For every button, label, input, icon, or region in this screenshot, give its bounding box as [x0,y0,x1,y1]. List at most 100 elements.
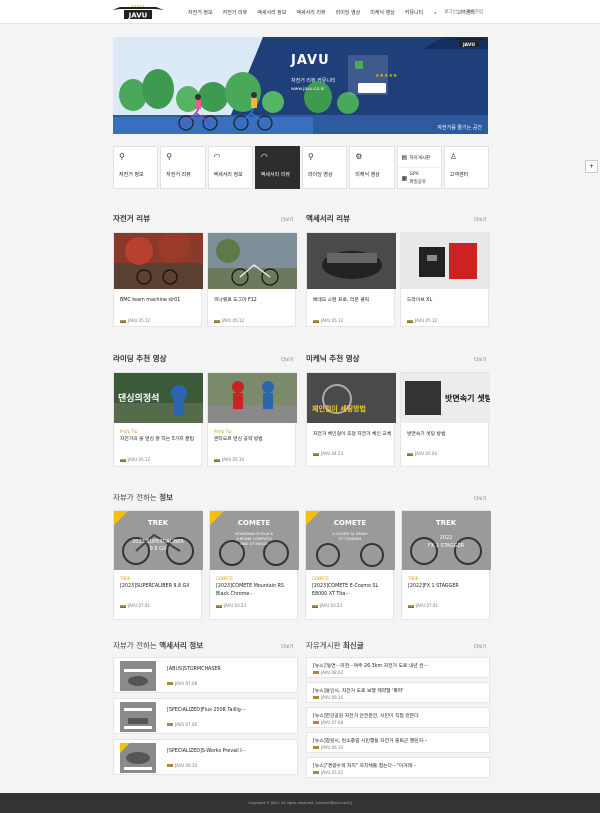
nav-acc-info[interactable]: 액세서리 정보 [257,9,286,16]
gear-icon: ⚙ [355,152,363,161]
info-card[interactable]: TREK 2023 SUPERCALIBER 9.8 GX TREK [2023]S… [113,510,203,620]
more-link[interactable]: 더보기 [281,357,293,363]
board-post[interactable]: [뉴스]용인시, 자전거 도로 보행 제약형 '폭파' JAVU 09.16 [306,682,490,703]
card-title: 콘타도르 댄싱 공략 방법 [214,437,263,442]
hero-banner[interactable]: ★★★★★ JAVU JAVU 자전거 리뷰 커뮤니티 www.javu.co.… [113,37,488,134]
date: 05.12 [331,318,343,323]
author: JAVU [321,770,331,775]
post-title: [뉴스]한강공원 자전거 안전운전, 시민이 직접 만든다 [313,714,419,719]
tile-label: 파일공유 [409,180,427,185]
date: 03.23 [234,603,246,608]
post-meta: JAVU 07.08 [313,720,343,725]
nav-riding-video[interactable]: 라이딩 영상 [336,9,361,16]
tile-mechanic-video[interactable]: ⚙ 미케닉 영상 [349,146,395,189]
info-card[interactable]: COMETE E-COSMO SL E8000 XT TITANIUM COMETE… [305,510,395,620]
more-link[interactable]: 더보기 [474,496,486,502]
hero-caption: 자전거를 즐기는 공간 [437,125,482,131]
tile-free-board[interactable]: ▤ 자유게시판 [397,147,441,168]
card-thumbnail [307,233,396,289]
board-post[interactable]: [뉴스]한강공원 자전거 안전운전, 시민이 직접 만든다 JAVU 07.08 [306,707,490,728]
info-card[interactable]: COMETE MOUNTAIN RS BLACK CHROME COMPLETE BI… [209,510,299,620]
more-link[interactable]: 더보기 [474,644,486,650]
author-badge-icon [313,746,319,749]
javu-logo[interactable]: JAVU ★★★★★ [112,4,164,20]
tile-bike-review[interactable]: ⚲ 자전거 리뷰 [160,146,206,189]
scroll-top-button[interactable]: + [585,160,598,173]
nav-acc-review[interactable]: 액세서리 리뷰 [296,9,325,16]
more-link[interactable]: 더보기 [474,357,486,363]
user-links: 로그인 | 회원가입 [440,9,483,15]
login-link[interactable]: 로그인 [444,10,456,15]
video-card[interactable]: 댄싱의정석 Pmfp Tip 자전거의 올 댄싱 잘 하는 5가지 꿀팁 JAV… [113,372,203,467]
tile-acc-review[interactable]: ◠ 액세서리 리뷰 [254,146,300,189]
card-tag: Pmfp Tip [214,429,232,434]
card-meta: JAVU 07.01 [120,603,150,608]
svg-text:BIKE XT M8100: BIKE XT M8100 [240,542,268,546]
date: 05.12 [138,318,150,323]
item-meta: JAVU 06.10 [167,763,197,768]
card-title: 자전거 체인걸이 조정 자전거 체인 교체 [313,432,392,437]
card-thumbnail: COMETE MOUNTAIN RS BLACKCHROME COMPLETEBI… [210,511,299,570]
date: 09.16 [331,695,343,700]
tile-riding-video[interactable]: ⚲ 라이딩 영상 [302,146,348,189]
video-card[interactable]: Pmfp Tip 콘타도르 댄싱 공략 방법 JAVU 05.10 [207,372,297,467]
list-item[interactable]: [ABUS]STORMCHASER JAVU 07.08 [113,657,298,693]
svg-text:2022: 2022 [440,535,453,541]
info-card[interactable]: TREK 2022 FX 1 STAGGER TREK [2022]FX 1 STA… [401,510,491,620]
more-link[interactable]: 더보기 [281,644,293,650]
card-meta: JAVU 05.12 [120,318,150,323]
section-title-mechanic-video: 미케닉 추천 영상 [306,354,360,363]
tile-support[interactable]: ♙ 고객센터 [443,146,489,189]
tile-gpx-share[interactable]: ▦ GPX 파일공유 [398,168,441,189]
tile-label: 액세서리 정보 [213,172,243,178]
board-post[interactable]: [뉴스]"경량수색 처치" 자치체들 접는다···"이거래··· JAVU 05… [306,757,490,778]
post-title: [뉴스]창원시, 탄소중립 시민행동 자전거 출퇴근 챌린지··· [313,739,428,744]
nav-mechanic-video[interactable]: 미케닉 영상 [370,9,395,16]
author-badge-icon [313,696,319,699]
review-card[interactable]: 드라이브 XL JAVU 05.12 [400,232,490,327]
signup-link[interactable]: 회원가입 [466,10,483,15]
bicycle-icon: ⚲ [119,152,125,161]
video-card[interactable]: 체인걸이 세팅방법 자전거 체인걸이 조정 자전거 체인 교체 JAVU 04.… [306,372,396,467]
author-badge-icon [214,458,220,462]
author: JAVU [416,603,426,608]
svg-text:체인걸이 세팅방법: 체인걸이 세팅방법 [312,404,366,413]
author: JAVU [321,451,331,456]
more-link[interactable]: 더보기 [281,217,293,223]
card-meta: JAVU 05.10 [214,457,244,462]
author-badge-icon [408,604,414,608]
date: 07.06 [185,722,197,727]
author: JAVU [321,318,331,323]
card-tag: TREK [120,576,131,581]
review-card[interactable]: 베데모 스텐 프로, 라운 클릭 JAVU 05.12 [306,232,396,327]
more-link[interactable]: 더보기 [474,217,486,223]
tile-acc-info[interactable]: ◠ 액세서리 정보 [207,146,253,189]
tile-label: 자유게시판 [409,156,431,161]
date: 07.08 [185,681,197,686]
list-item[interactable]: [SPECIALIZED]Flux 250R Taillig··· JAVU 0… [113,698,298,734]
review-card[interactable]: BMC team machine slr01 JAVU 05.12 [113,232,203,327]
card-tag: Pmfp Tip [120,429,138,434]
board-post[interactable]: [뉴스]창원시, 탄소중립 시민행동 자전거 출퇴근 챌린지··· JAVU 0… [306,732,490,753]
board-post[interactable]: [뉴스]'동연···미천···여주 26.3km 자전거 도로 내년 완··· … [306,657,490,678]
post-meta: JAVU 09.16 [313,695,343,700]
divider: | [460,10,463,15]
video-card[interactable]: 밧면속기 셋팅법 밧면속기 셋팅 방법 JAVU 05.04 [400,372,490,467]
svg-text:XT TITANIUM: XT TITANIUM [339,537,362,541]
tile-bike-info[interactable]: ⚲ 자전거 정보 [113,146,159,189]
video-thumbnail [208,373,297,423]
date: 05.04 [425,451,437,456]
nav-bike-info[interactable]: 자전거 정보 [188,9,213,16]
hero-subtitle: 자전거 리뷰 커뮤니티 [291,78,336,84]
author: JAVU [175,722,185,727]
item-meta: JAVU 07.06 [167,722,197,727]
date: 05.25 [331,770,343,775]
review-card[interactable]: 피나렐로 도그마 F12 JAVU 05.12 [207,232,297,327]
nav-bike-review[interactable]: 자전거 리뷰 [223,9,248,16]
card-title: 자전거의 올 댄싱 잘 하는 5가지 꿀팁 [120,437,194,442]
list-item[interactable]: [SPECIALIZED]S-Works Prevail I··· JAVU 0… [113,739,298,775]
svg-text:MOUNTAIN RS BLACK: MOUNTAIN RS BLACK [235,532,274,536]
date: 05.12 [425,318,437,323]
author: JAVU [321,670,331,675]
chevron-down-icon: ▼ [434,11,437,15]
